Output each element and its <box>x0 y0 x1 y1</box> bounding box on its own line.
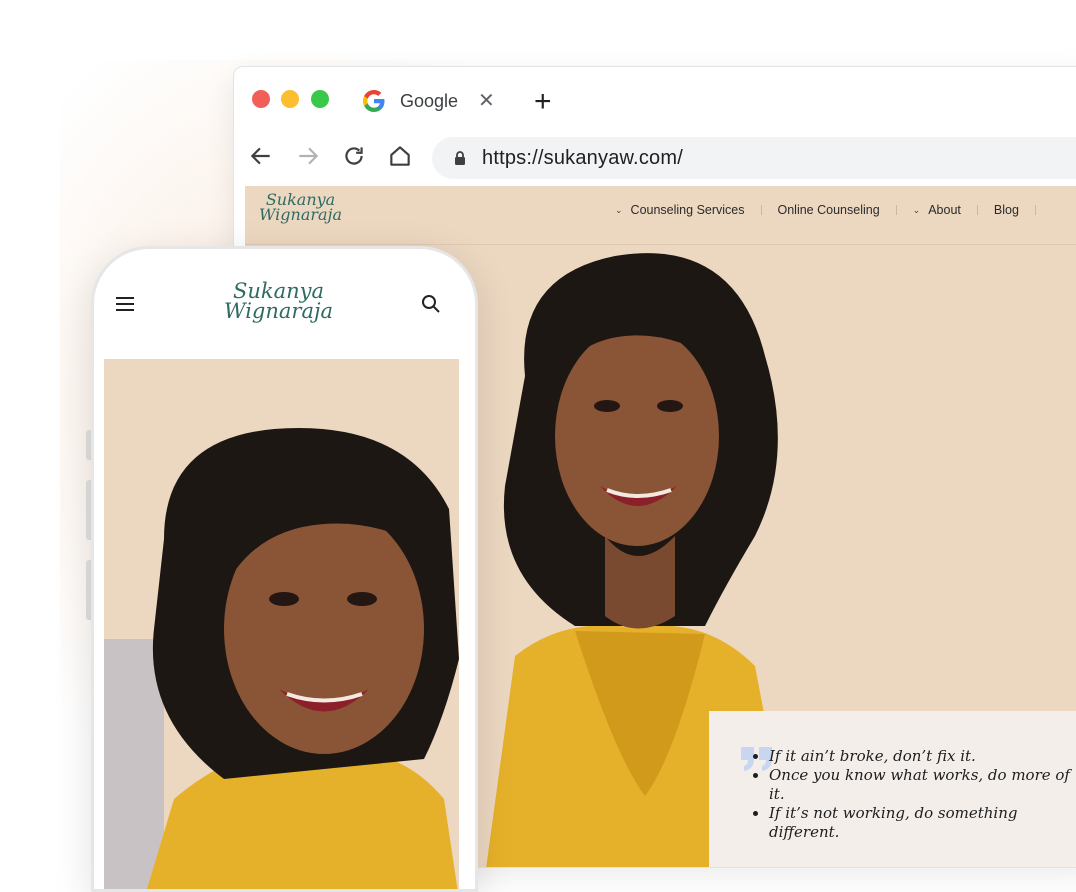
minimize-window-button[interactable] <box>281 90 299 108</box>
nav-item-label: Counseling Services <box>630 203 745 217</box>
url-text: https://sukanyaw.com/ <box>482 146 683 169</box>
phone-site-logo[interactable]: Sukanya Wignaraja <box>224 281 334 323</box>
quote-line: If it ain’t broke, don’t fix it. <box>769 747 1076 766</box>
back-arrow-icon[interactable] <box>248 143 274 169</box>
plus-icon[interactable]: + <box>534 87 552 117</box>
phone-hero-image <box>104 359 459 889</box>
search-icon[interactable] <box>421 294 441 314</box>
browser-tab[interactable]: Google ✕ <box>362 89 495 113</box>
nav-item-label: About <box>928 203 961 217</box>
phone-site-header: Sukanya Wignaraja <box>94 249 475 354</box>
close-icon[interactable]: ✕ <box>478 91 495 111</box>
hamburger-icon[interactable] <box>116 297 134 311</box>
chevron-down-icon: ⌄ <box>615 204 623 215</box>
tab-bar: Google ✕ + <box>234 67 1076 135</box>
tab-title: Google <box>400 90 459 111</box>
nav-divider <box>760 205 762 215</box>
nav-item-counseling-services[interactable]: ⌄ Counseling Services <box>615 203 745 217</box>
nav-divider <box>976 205 978 215</box>
nav-item-about[interactable]: ⌄ About <box>913 203 961 217</box>
maximize-window-button[interactable] <box>311 90 329 108</box>
close-window-button[interactable] <box>252 90 270 108</box>
nav-item-label: Blog <box>993 203 1019 217</box>
site-logo-line2: Wignaraja <box>259 205 343 225</box>
site-logo[interactable]: Sukanya Wignaraja <box>259 191 343 225</box>
address-bar[interactable]: https://sukanyaw.com/ <box>432 137 1076 179</box>
google-logo-icon <box>363 90 385 112</box>
nav-item-online-counseling[interactable]: Online Counseling <box>778 203 880 217</box>
nav-divider <box>1034 205 1036 215</box>
quote-box: If it ain’t broke, don’t fix it. Once yo… <box>709 711 1076 867</box>
reload-icon[interactable] <box>341 143 367 169</box>
browser-toolbar: https://sukanyaw.com/ <box>234 135 1076 181</box>
nav-item-label: Online Counseling <box>777 203 880 217</box>
lock-icon <box>455 151 465 165</box>
site-nav: ⌄ Counseling Services Online Counseling … <box>615 203 1052 217</box>
phone-mockup: Sukanya Wignaraja <box>91 246 478 892</box>
home-icon[interactable] <box>387 143 413 169</box>
chevron-down-icon: ⌄ <box>912 204 921 215</box>
quote-line: If it’s not working, do something differ… <box>769 804 1076 842</box>
phone-logo-line2: Wignaraja <box>224 298 334 323</box>
nav-divider <box>895 205 897 215</box>
quote-line: Once you know what works, do more of it. <box>769 766 1076 804</box>
nav-item-blog[interactable]: Blog <box>994 203 1019 217</box>
forward-arrow-icon[interactable] <box>295 143 321 169</box>
phone-portrait-image <box>104 359 459 889</box>
quote-list: If it ain’t broke, don’t fix it. Once yo… <box>753 747 1076 842</box>
